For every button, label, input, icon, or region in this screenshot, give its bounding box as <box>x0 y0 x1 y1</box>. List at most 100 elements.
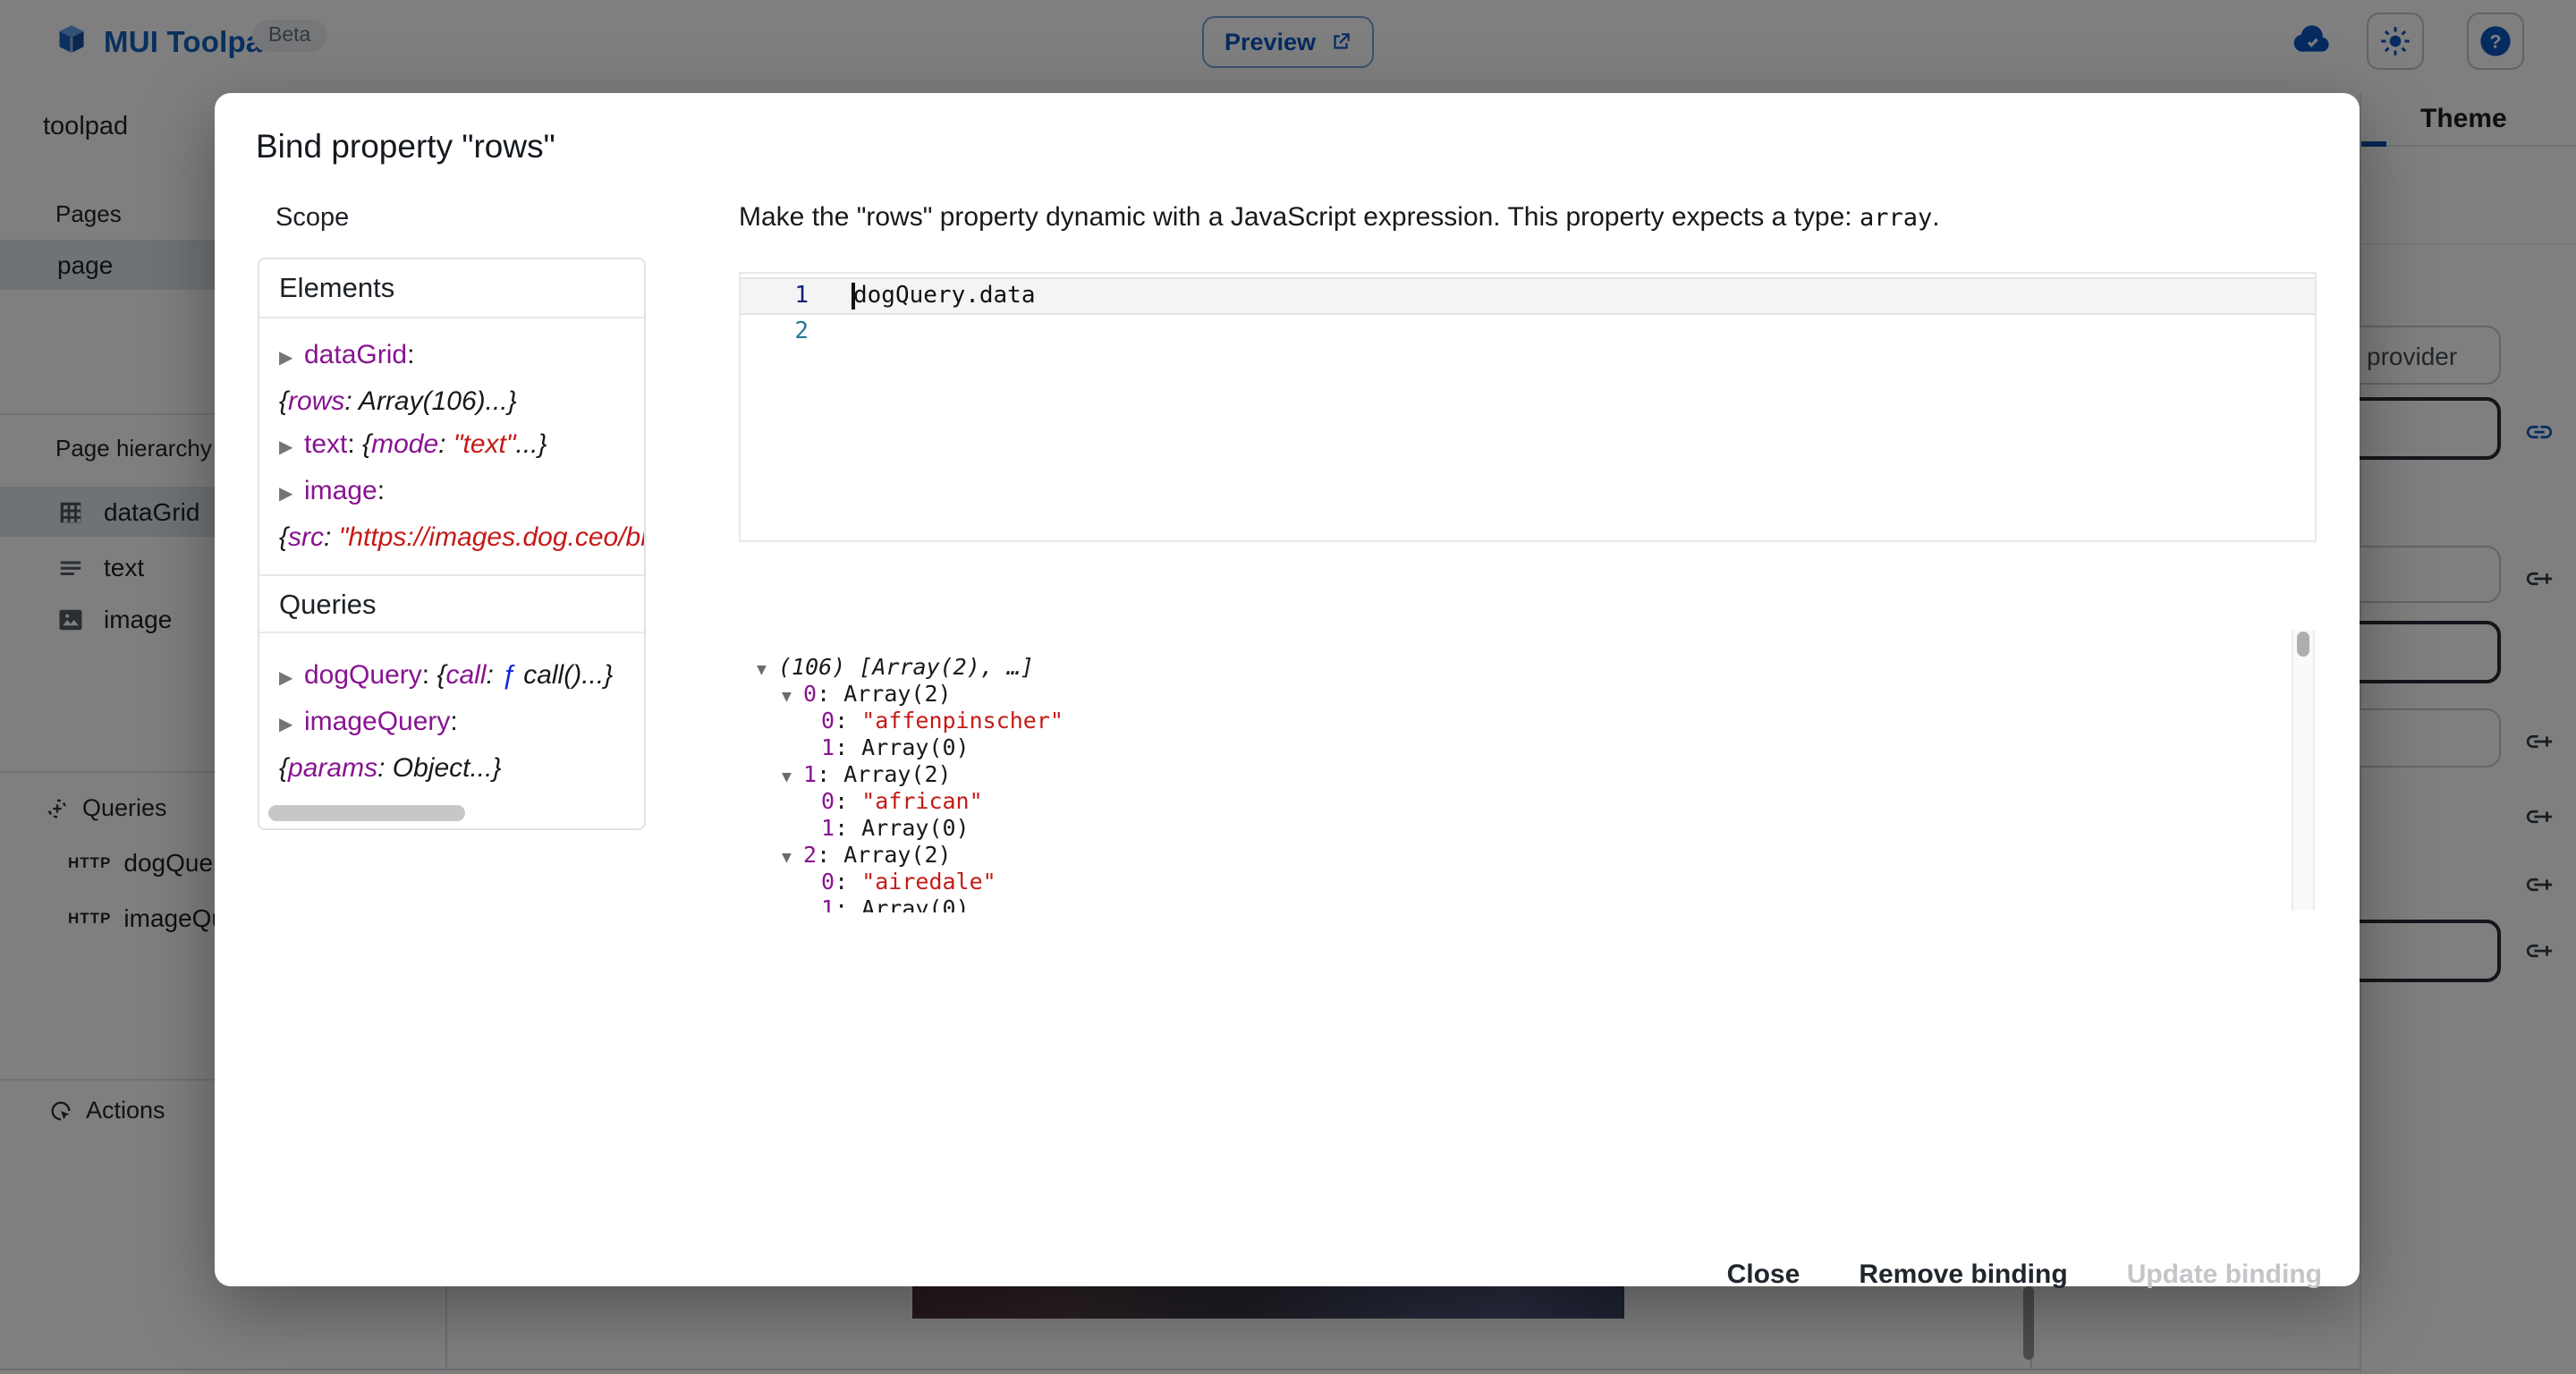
text-segment: "https://images.dog.ceo/breeds/ <box>339 522 646 553</box>
text-segment: "african" <box>861 787 982 814</box>
text-segment: : <box>835 707 861 734</box>
tree-row[interactable]: 0: "airedale" <box>739 868 2317 895</box>
text-segment: dogQuery <box>304 660 422 691</box>
text-segment: dataGrid <box>304 340 407 370</box>
text-segment: : Object...} <box>377 753 501 784</box>
scope-query-row[interactable]: ▶imageQuery: <box>279 701 644 748</box>
text-segment: ▶ <box>279 705 304 748</box>
text-segment: "text" <box>453 429 516 460</box>
text-segment: ▼ <box>782 846 803 873</box>
text-segment: image <box>304 476 377 506</box>
tree-row[interactable]: 1: Array(0) <box>739 814 2317 841</box>
scope-element-row[interactable]: {src: "https://images.dog.ceo/breeds/ <box>279 517 644 560</box>
text-segment: 0 <box>803 680 817 707</box>
text-segment: call()...} <box>516 660 613 691</box>
dialog-actions: Close Remove binding Update binding <box>215 1243 2360 1304</box>
text-segment: src <box>288 522 324 553</box>
scope-element-row[interactable]: {rows: Array(106)...} <box>279 381 644 424</box>
tree-scrollbar-track <box>2292 630 2315 911</box>
scope-label: Scope <box>275 204 349 233</box>
text-segment: : <box>438 429 453 460</box>
scope-horizontal-scrollbar[interactable] <box>268 805 465 821</box>
tree-scrollbar-thumb[interactable] <box>2297 632 2309 657</box>
tree-row[interactable]: 1: Array(0) <box>739 734 2317 760</box>
queries-tree: ▶dogQuery: {call: ƒ call()...} ▶imageQue… <box>259 633 644 802</box>
text-segment: { <box>436 660 445 691</box>
scope-query-row[interactable]: ▶dogQuery: {call: ƒ call()...} <box>279 655 644 701</box>
remove-binding-button[interactable]: Remove binding <box>1859 1259 2067 1289</box>
text-segment: rows <box>288 386 344 417</box>
text-segment: : Array(2) <box>817 760 952 787</box>
text-segment: { <box>279 522 288 553</box>
text-segment: 1 <box>821 814 835 841</box>
text-segment: ▶ <box>279 658 304 701</box>
tree-row[interactable]: ▼0: Array(2) <box>739 680 2317 707</box>
text-segment: imageQuery <box>304 707 450 737</box>
elements-tree: ▶dataGrid: {rows: Array(106)...} ▶text: … <box>259 318 644 571</box>
text-segment: 0 <box>821 787 835 814</box>
text-segment: : <box>835 868 861 895</box>
text-segment: ▶ <box>279 428 304 471</box>
text-segment: text <box>304 429 347 460</box>
tree-row[interactable]: 0: "affenpinscher" <box>739 707 2317 734</box>
text-segment: ▼ <box>757 658 778 685</box>
text-segment: : <box>450 707 457 737</box>
text-segment: 1 <box>803 760 817 787</box>
elements-header: Elements <box>259 259 644 318</box>
text-segment: : <box>347 429 362 460</box>
update-binding-button[interactable]: Update binding <box>2127 1259 2322 1289</box>
scope-panel: Elements ▶dataGrid: {rows: Array(106)...… <box>258 258 646 830</box>
text-segment: : Array(0) <box>835 734 970 760</box>
text-segment: ƒ <box>501 660 516 691</box>
text-segment: "airedale" <box>861 868 996 895</box>
scope-queries-header: Queries <box>259 574 644 633</box>
text-segment: : <box>324 522 339 553</box>
text-segment: { <box>279 753 288 784</box>
text-segment: 0 <box>821 868 835 895</box>
text-segment: : <box>407 340 414 370</box>
text-segment: 0 <box>821 707 835 734</box>
tree-row[interactable]: 1: Array(0) <box>739 895 2317 912</box>
scope-query-row[interactable]: {params: Object...} <box>279 748 644 791</box>
text-segment: : Array(106)...} <box>344 386 516 417</box>
text-segment: : <box>377 476 385 506</box>
text-segment: ▼ <box>782 766 803 793</box>
text-segment: : Array(0) <box>835 814 970 841</box>
editor-line[interactable]: 1 dogQuery.data <box>741 277 2315 315</box>
tree-row[interactable]: ▼1: Array(2) <box>739 760 2317 787</box>
text-segment: ▶ <box>279 338 304 381</box>
toolpad-editor: MUI Toolpad Beta Preview <box>0 0 2576 1374</box>
js-expression-editor[interactable]: 1 dogQuery.data 2 <box>739 272 2317 542</box>
text-segment: ▶ <box>279 474 304 517</box>
text-segment: { <box>279 386 288 417</box>
dialog-title: Bind property "rows" <box>256 127 555 166</box>
text-segment: : <box>835 787 861 814</box>
text-segment: ...} <box>516 429 547 460</box>
text-segment: . <box>1932 202 1939 233</box>
line-number: 1 <box>741 279 809 313</box>
text-segment: : <box>422 660 437 691</box>
text-segment: : Array(0) <box>835 895 970 912</box>
tree-row[interactable]: 0: "african" <box>739 787 2317 814</box>
text-segment: array <box>1860 204 1932 233</box>
text-segment: : Array(2) <box>817 841 952 868</box>
text-segment: 1 <box>821 734 835 760</box>
close-button[interactable]: Close <box>1727 1259 1801 1289</box>
text-segment: 2 <box>803 841 817 868</box>
text-segment: : <box>487 660 502 691</box>
tree-row[interactable]: ▼2: Array(2) <box>739 841 2317 868</box>
text-segment: 1 <box>821 895 835 912</box>
text-segment: mode <box>371 429 438 460</box>
tree-row[interactable]: ▼(106) [Array(2), …] <box>739 653 2317 680</box>
editor-line[interactable]: 2 <box>741 315 2315 349</box>
scope-element-row[interactable]: ▶text: {mode: "text"...} <box>279 424 644 471</box>
scope-element-row[interactable]: ▶dataGrid: <box>279 335 644 381</box>
result-preview-tree: ▼(106) [Array(2), …] ▼0: Array(2) 0: "af… <box>739 630 2317 912</box>
text-segment: call <box>445 660 486 691</box>
scope-element-row[interactable]: ▶image: <box>279 471 644 517</box>
editor-code: dogQuery.data <box>853 279 1036 313</box>
text-segment: (106) [Array(2), …] <box>778 653 1034 680</box>
text-segment: Make the "rows" property dynamic with a … <box>739 202 1860 233</box>
line-number: 2 <box>741 315 809 349</box>
text-segment: params <box>288 753 377 784</box>
